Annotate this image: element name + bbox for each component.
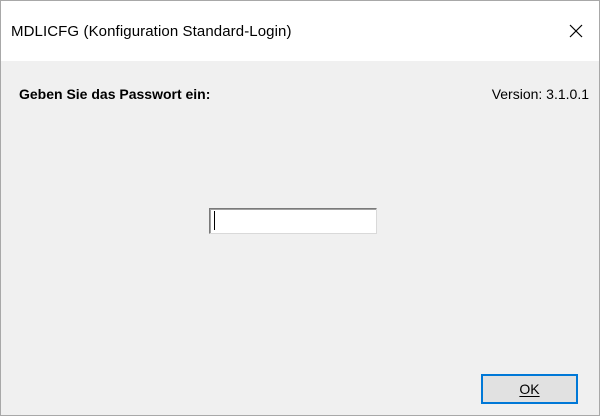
dialog-window: MDLICFG (Konfiguration Standard-Login) G… bbox=[0, 0, 600, 416]
ok-button-label: OK bbox=[519, 381, 540, 397]
close-button[interactable] bbox=[553, 9, 599, 53]
version-label: Version: 3.1.0.1 bbox=[491, 86, 589, 102]
password-prompt-label: Geben Sie das Passwort ein: bbox=[19, 86, 211, 102]
text-caret bbox=[214, 211, 215, 230]
title-bar[interactable]: MDLICFG (Konfiguration Standard-Login) bbox=[1, 1, 599, 61]
close-x-icon bbox=[569, 24, 583, 38]
password-input[interactable] bbox=[209, 208, 377, 234]
window-title: MDLICFG (Konfiguration Standard-Login) bbox=[11, 23, 292, 40]
ok-button[interactable]: OK bbox=[481, 374, 578, 404]
